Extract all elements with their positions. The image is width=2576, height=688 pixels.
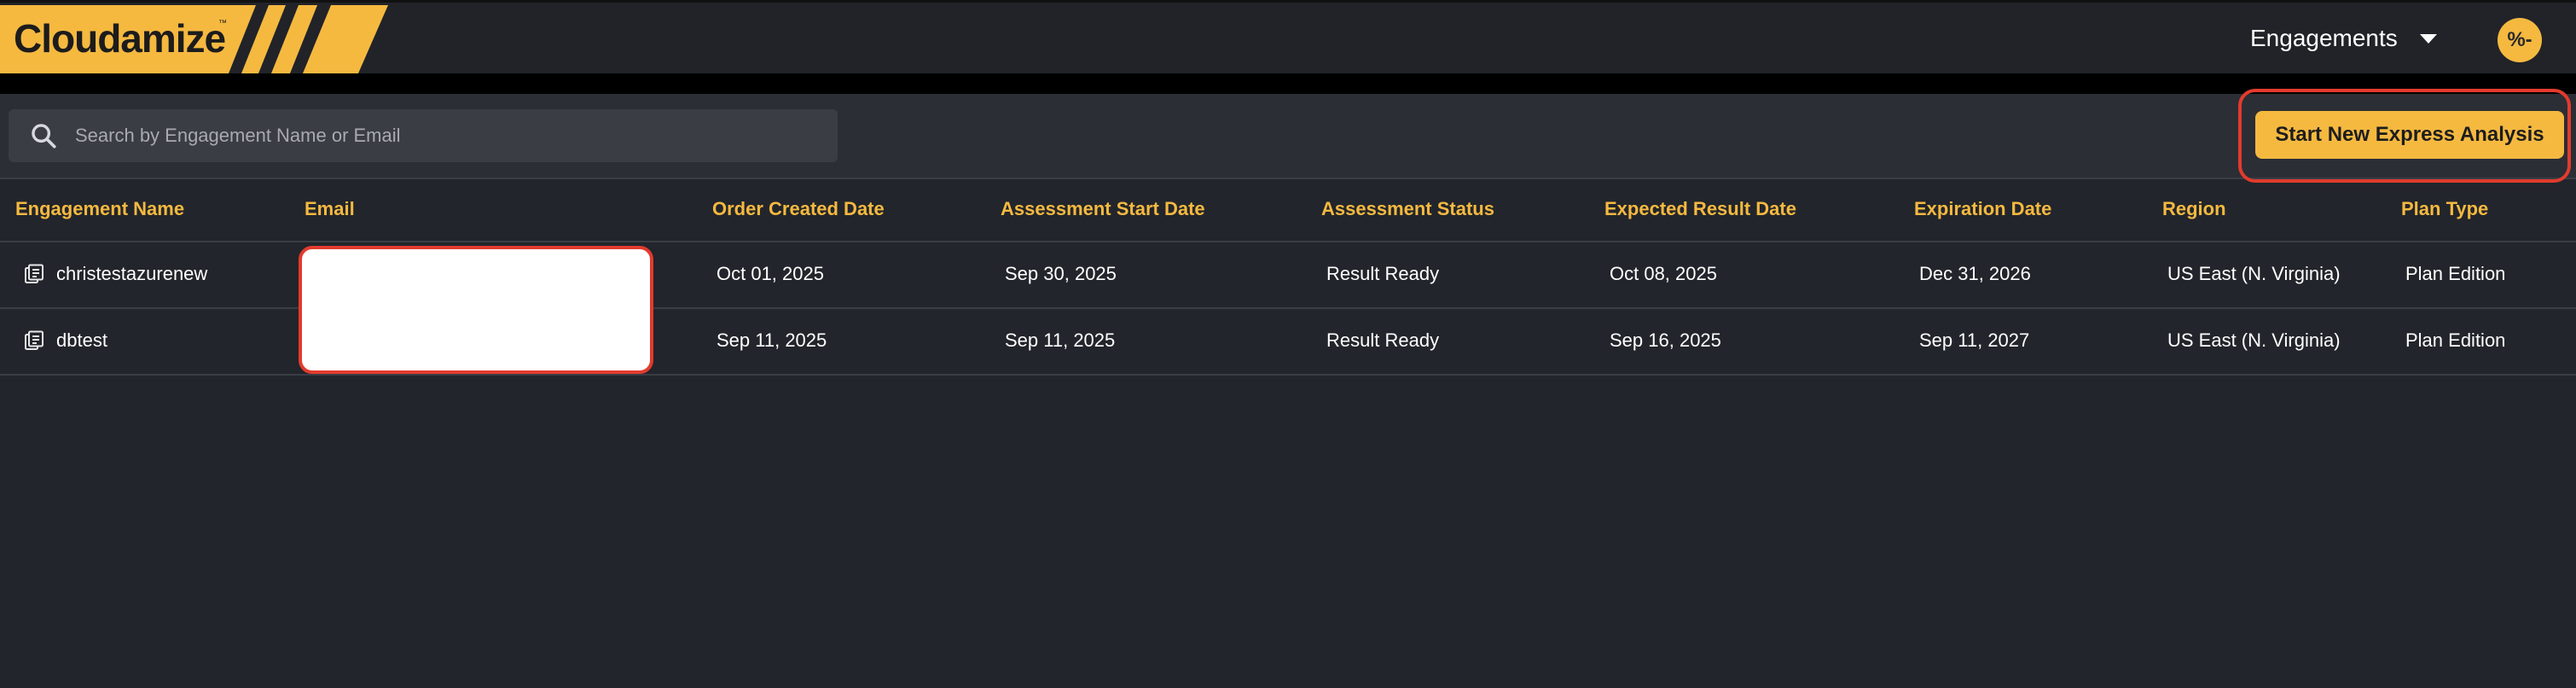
assessment-start-date: Sep 30, 2025 (1005, 263, 1117, 284)
assessment-start-date: Sep 11, 2025 (1005, 329, 1116, 351)
start-new-express-analysis-button[interactable]: Start New Express Analysis (2255, 111, 2564, 159)
nav-engagements-dropdown[interactable]: Engagements (2250, 21, 2437, 55)
engagement-name-cell[interactable]: christestazurenew (24, 263, 207, 285)
search-input[interactable] (73, 124, 827, 148)
search-icon (32, 124, 56, 149)
header-divider (0, 73, 2576, 94)
toolbar (0, 94, 2576, 179)
top-bar: Cloudamize ™ Engagements %- (0, 0, 2576, 73)
search-box (9, 109, 838, 162)
expected-result-date: Oct 08, 2025 (1610, 263, 1717, 284)
brand-logo[interactable]: Cloudamize ™ (0, 5, 392, 73)
brand-trademark: ™ (218, 19, 227, 28)
expiration-date: Dec 31, 2026 (1919, 263, 2031, 284)
order-created-date: Sep 11, 2025 (717, 329, 827, 351)
order-created-date: Oct 01, 2025 (717, 263, 824, 284)
column-header-assessment-status[interactable]: Assessment Status (1321, 198, 1494, 220)
assessment-status: Result Ready (1326, 329, 1440, 351)
column-header-plan-type[interactable]: Plan Type (2401, 198, 2488, 220)
column-header-assessment-start-date[interactable]: Assessment Start Date (1001, 198, 1205, 220)
engagement-name: dbtest (56, 329, 107, 351)
caret-down-icon (2419, 33, 2437, 44)
column-header-order-created-date[interactable]: Order Created Date (712, 198, 885, 220)
engagement-name-cell[interactable]: dbtest (24, 329, 107, 352)
column-header-expiration-date[interactable]: Expiration Date (1914, 198, 2051, 220)
table-header: Engagement Name Email Order Created Date… (0, 179, 2576, 242)
expected-result-date: Sep 16, 2025 (1610, 329, 1721, 351)
nav-engagements-label: Engagements (2250, 25, 2398, 51)
column-header-engagement-name[interactable]: Engagement Name (15, 198, 184, 220)
expiration-date: Sep 11, 2027 (1919, 329, 2030, 351)
brand-name: Cloudamize (14, 16, 226, 61)
column-header-email[interactable]: Email (305, 198, 355, 220)
user-avatar[interactable]: %- (2498, 18, 2542, 62)
plan-type: Plan Edition (2405, 263, 2506, 284)
region: US East (N. Virginia) (2167, 329, 2341, 351)
region: US East (N. Virginia) (2167, 263, 2341, 284)
document-stack-icon (25, 330, 44, 350)
assessment-status: Result Ready (1326, 263, 1440, 284)
column-header-region[interactable]: Region (2162, 198, 2226, 220)
plan-type: Plan Edition (2405, 329, 2506, 351)
email-redaction-box (299, 246, 653, 374)
engagement-name: christestazurenew (56, 263, 208, 284)
column-header-expected-result-date[interactable]: Expected Result Date (1604, 198, 1796, 220)
document-stack-icon (25, 264, 44, 283)
